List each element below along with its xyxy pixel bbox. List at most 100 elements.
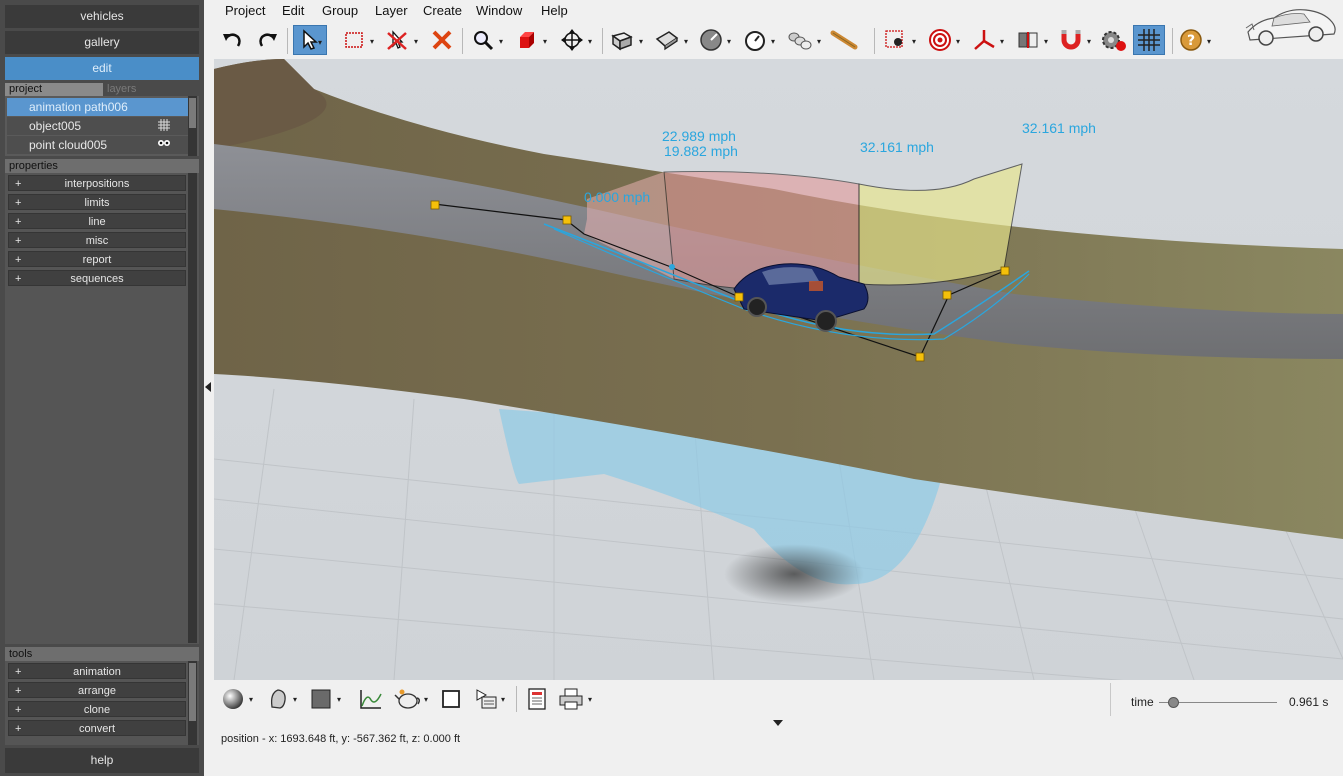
menu-project[interactable]: Project xyxy=(225,3,265,18)
question-icon: ? xyxy=(1180,29,1202,51)
chevron-down-icon[interactable]: ▾ xyxy=(424,695,428,704)
color-swatch-icon xyxy=(311,689,331,709)
chevron-down-icon[interactable]: ▾ xyxy=(1207,37,1215,46)
help-button[interactable]: help xyxy=(5,748,199,773)
vehicles-button[interactable]: vehicles xyxy=(5,5,199,28)
chevron-down-icon[interactable]: ▾ xyxy=(771,37,779,46)
menu-group[interactable]: Group xyxy=(322,3,358,18)
undo-button[interactable] xyxy=(218,25,246,55)
axis-button[interactable] xyxy=(970,25,998,55)
property-group-limits[interactable]: + limits xyxy=(8,194,186,210)
chevron-down-icon[interactable]: ▾ xyxy=(912,37,920,46)
view-cube-button[interactable] xyxy=(608,25,636,55)
chevron-down-icon[interactable]: ▾ xyxy=(293,695,297,704)
3d-viewport[interactable]: 22.989 mph 19.882 mph 32.161 mph 32.161 … xyxy=(214,59,1343,680)
tape-measure-button[interactable] xyxy=(830,25,858,55)
measure-button[interactable] xyxy=(697,25,725,55)
chevron-down-icon[interactable]: ▾ xyxy=(684,37,692,46)
tool-group-arrange[interactable]: + arrange xyxy=(8,682,186,698)
menu-help[interactable]: Help xyxy=(541,3,568,18)
chevron-down-icon[interactable]: ▾ xyxy=(501,695,505,704)
tab-project[interactable]: project xyxy=(5,83,103,96)
properties-scrollbar[interactable] xyxy=(188,173,197,643)
edit-button[interactable]: edit xyxy=(5,57,199,80)
chevron-down-icon[interactable]: ▾ xyxy=(817,37,825,46)
speed-label: 19.882 mph xyxy=(664,143,738,159)
tool-group-clone[interactable]: + clone xyxy=(8,701,186,717)
grid-icon[interactable] xyxy=(157,119,171,133)
expand-panel-icon[interactable] xyxy=(773,718,783,729)
property-group-sequences[interactable]: + sequences xyxy=(8,270,186,286)
tools-scrollbar[interactable] xyxy=(188,661,197,745)
scrollbar-thumb[interactable] xyxy=(189,663,196,721)
chevron-down-icon[interactable]: ▾ xyxy=(639,37,647,46)
frame-button[interactable] xyxy=(437,685,465,713)
chevron-down-icon[interactable]: ▾ xyxy=(543,37,551,46)
surface-button[interactable] xyxy=(653,25,681,55)
scene-canvas[interactable] xyxy=(214,59,1343,680)
properties-panel: + interpositions + limits + line + misc + rep… xyxy=(5,173,199,644)
chevron-down-icon[interactable]: ▾ xyxy=(337,695,341,704)
eye-icon[interactable] xyxy=(157,138,171,152)
menu-create[interactable]: Create xyxy=(423,3,462,18)
gallery-button[interactable]: gallery xyxy=(5,31,199,54)
target-button[interactable] xyxy=(926,25,954,55)
settings-button[interactable] xyxy=(1100,25,1128,55)
chevron-down-icon[interactable]: ▾ xyxy=(727,37,735,46)
timer-button[interactable] xyxy=(741,25,769,55)
graph-button[interactable] xyxy=(357,685,385,713)
sensor-button[interactable] xyxy=(882,25,910,55)
layer-item-point-cloud[interactable]: point cloud005 xyxy=(7,136,189,154)
axis-icon xyxy=(974,30,995,50)
property-group-line[interactable]: + line xyxy=(8,213,186,229)
tool-group-convert[interactable]: + convert xyxy=(8,720,186,736)
chevron-down-icon[interactable]: ▾ xyxy=(370,37,378,46)
chevron-down-icon[interactable]: ▾ xyxy=(956,37,964,46)
print-button[interactable] xyxy=(557,685,585,713)
collapse-panel-icon[interactable] xyxy=(205,382,211,394)
grid-toggle-button[interactable] xyxy=(1133,25,1165,55)
property-group-report[interactable]: + report xyxy=(8,251,186,267)
layer-item-animation-path[interactable]: animation path006 xyxy=(7,98,189,116)
speed-label: 32.161 mph xyxy=(1022,120,1096,136)
chevron-down-icon[interactable]: ▾ xyxy=(414,37,422,46)
mirror-button[interactable] xyxy=(1014,25,1042,55)
chevron-down-icon[interactable]: ▾ xyxy=(318,38,326,47)
menu-edit[interactable]: Edit xyxy=(282,3,304,18)
zoom-button[interactable] xyxy=(469,25,497,55)
delete-button[interactable] xyxy=(428,25,456,55)
report-button[interactable] xyxy=(523,685,551,713)
create-object-button[interactable] xyxy=(513,25,541,55)
move-button[interactable] xyxy=(558,25,586,55)
camera-path-button[interactable] xyxy=(785,25,813,55)
time-slider-handle[interactable] xyxy=(1167,697,1179,708)
chevron-down-icon[interactable]: ▾ xyxy=(249,695,253,704)
tool-group-animation[interactable]: + animation xyxy=(8,663,186,679)
chevron-down-icon[interactable]: ▾ xyxy=(1000,37,1008,46)
shading-button[interactable] xyxy=(219,685,247,713)
tab-layers[interactable]: layers xyxy=(103,83,199,96)
video-button[interactable] xyxy=(472,685,500,713)
box-select-button[interactable] xyxy=(340,25,368,55)
layer-item-object[interactable]: object005 xyxy=(7,117,189,135)
menu-layer[interactable]: Layer xyxy=(375,3,408,18)
tape-icon xyxy=(830,30,858,50)
redo-button[interactable] xyxy=(254,25,282,55)
select-tool-button[interactable]: ▾ xyxy=(293,25,327,55)
help-toolbar-button[interactable]: ? xyxy=(1177,25,1205,55)
property-group-interpositions[interactable]: + interpositions xyxy=(8,175,186,191)
chevron-down-icon[interactable]: ▾ xyxy=(588,37,596,46)
deselect-button[interactable] xyxy=(383,25,411,55)
property-group-misc[interactable]: + misc xyxy=(8,232,186,248)
menu-window[interactable]: Window xyxy=(476,3,522,18)
scrollbar-thumb[interactable] xyxy=(189,98,196,128)
avatar-view-button[interactable] xyxy=(264,685,292,713)
chevron-down-icon[interactable]: ▾ xyxy=(499,37,507,46)
background-color-button[interactable] xyxy=(307,685,335,713)
chevron-down-icon[interactable]: ▾ xyxy=(1087,37,1095,46)
chevron-down-icon[interactable]: ▾ xyxy=(588,695,592,704)
layer-list-scrollbar[interactable] xyxy=(188,96,197,156)
chevron-down-icon[interactable]: ▾ xyxy=(1044,37,1052,46)
snap-button[interactable] xyxy=(1057,25,1085,55)
render-button[interactable] xyxy=(394,685,422,713)
